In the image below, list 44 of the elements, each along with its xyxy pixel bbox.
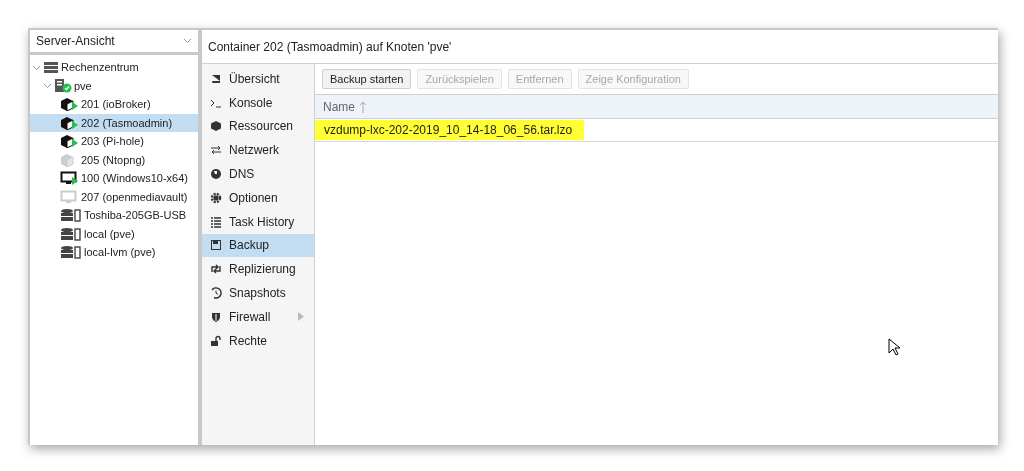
menu-item[interactable]: Netzwerk (202, 138, 314, 163)
server-online-icon (54, 78, 72, 94)
globe-icon (210, 168, 222, 181)
menu-item[interactable]: Snapshots (202, 281, 314, 305)
storage-icon (60, 208, 82, 223)
tree-item[interactable]: pve (30, 76, 198, 95)
storage-icon (60, 226, 82, 241)
menu-item[interactable]: Konsole (202, 90, 314, 115)
tree-item[interactable]: 205 (Ntopng) (30, 150, 198, 169)
view-dropdown[interactable]: Server-Ansicht (30, 30, 198, 52)
menu-item[interactable]: Ressourcen (202, 114, 314, 139)
menu-item[interactable]: Replizierung (202, 257, 314, 282)
history-icon (210, 287, 222, 300)
table-cell: vzdump-lxc-202-2019_10_14-18_06_56.tar.lzo (315, 120, 585, 140)
chevron-down-icon (183, 38, 192, 44)
floppy-icon (210, 239, 222, 252)
column-header[interactable]: Name (323, 99, 367, 114)
storage-icon (60, 245, 82, 260)
tree-item[interactable]: 100 (Windows10-x64) (30, 169, 198, 188)
menu-item[interactable]: Task History (202, 209, 314, 234)
menu-item[interactable]: DNS (202, 162, 314, 186)
cube-icon (210, 120, 222, 133)
server-rack-icon (43, 60, 59, 74)
exchange-icon (210, 144, 222, 157)
tree-item[interactable]: Rechenzentrum (30, 58, 198, 77)
tree-item[interactable]: 203 (Pi-hole) (30, 132, 198, 151)
gear-icon (210, 191, 222, 204)
tree-item[interactable]: 201 (ioBroker) (30, 95, 198, 114)
tree-item[interactable]: local-lvm (pve) (30, 243, 198, 262)
tree-item[interactable]: local (pve) (30, 224, 198, 243)
mouse-cursor-icon (888, 338, 900, 356)
tree-item[interactable]: Toshiba-205GB-USB (30, 206, 198, 225)
unlock-icon (210, 334, 222, 347)
menu-item[interactable]: Rechte (202, 328, 314, 353)
menu-item[interactable]: Optionen (202, 186, 314, 210)
menu-item[interactable]: Übersicht (202, 67, 314, 91)
tree-item[interactable]: 207 (openmediavault) (30, 187, 198, 206)
shield-icon (210, 310, 222, 323)
retweet-icon (210, 263, 222, 276)
menu-item[interactable]: Backup (202, 233, 314, 258)
toolbar-button[interactable]: Backup starten (322, 69, 412, 89)
menu-item[interactable]: Firewall (202, 304, 314, 329)
tree-item[interactable]: 202 (Tasmoadmin) (30, 113, 198, 132)
list-icon (210, 215, 222, 228)
